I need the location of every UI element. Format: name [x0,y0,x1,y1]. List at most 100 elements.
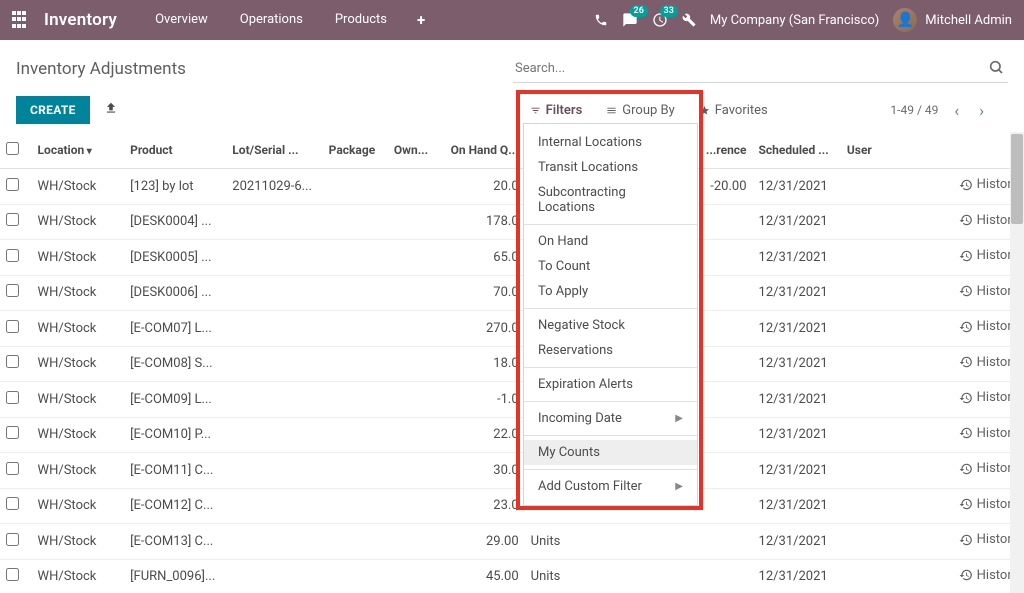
apps-icon[interactable] [12,11,30,29]
cell-product: [E-COM10] P... [124,417,226,453]
row-checkbox[interactable] [6,462,19,475]
col-scheduled[interactable]: Scheduled ... [753,132,841,169]
filter-transit-locations[interactable]: Transit Locations [524,155,697,180]
company-selector[interactable]: My Company (San Francisco) [710,13,879,28]
cell-difference [697,346,752,382]
cell-location: WH/Stock [32,169,125,205]
table-row[interactable]: WH/Stock [E-COM09] L... -1.0 12/31/2021 … [0,382,1024,418]
nav-products[interactable]: Products [319,0,403,40]
cell-user [841,382,936,418]
cell-product: [DESK0004] ... [124,204,226,240]
row-checkbox[interactable] [6,320,19,333]
top-navbar: Inventory Overview Operations Products +… [0,0,1024,40]
cell-date: 12/31/2021 [753,204,841,240]
pager-prev-icon[interactable]: ‹ [950,101,963,120]
filter-negative-stock[interactable]: Negative Stock [524,313,697,338]
filters-dropdown: Internal Locations Transit Locations Sub… [523,123,698,506]
cell-qty: 20.0 [440,169,524,205]
filter-to-count[interactable]: To Count [524,254,697,279]
activities-icon[interactable]: 33 [652,12,668,28]
col-onhand[interactable]: On Hand Q... [440,132,524,169]
col-lot[interactable]: Lot/Serial ... [226,132,322,169]
table-row[interactable]: WH/Stock [DESK0004] ... 178.0 12/31/2021… [0,204,1024,240]
inventory-table: Location Product Lot/Serial ... Package … [0,132,1024,593]
cell-difference [697,240,752,276]
cell-date: 12/31/2021 [753,346,841,382]
col-difference[interactable]: ...rence [697,132,752,169]
messages-icon[interactable]: 26 [622,12,638,28]
row-checkbox[interactable] [6,497,19,510]
scrollbar[interactable] [1010,132,1024,593]
table-row[interactable]: WH/Stock [123] by lot 20211029-6... 20.0… [0,169,1024,205]
search-input[interactable] [513,55,1008,83]
filter-reservations[interactable]: Reservations [524,338,697,363]
table-row[interactable]: WH/Stock [DESK0005] ... 65.0 12/31/2021 … [0,240,1024,276]
phone-icon[interactable] [594,13,608,27]
row-checkbox[interactable] [6,391,19,404]
filters-label: Filters [546,103,583,118]
filter-my-counts[interactable]: My Counts [524,440,697,465]
cell-owner [388,524,441,560]
select-all-checkbox[interactable] [6,142,19,155]
cell-lot [226,346,322,382]
filter-internal-locations[interactable]: Internal Locations [524,130,697,155]
nav-operations[interactable]: Operations [224,0,319,40]
table-row[interactable]: WH/Stock [E-COM12] C... 23.0 12/31/2021 … [0,488,1024,524]
row-checkbox[interactable] [6,355,19,368]
groupby-button[interactable]: Group By [594,97,687,124]
table-row[interactable]: WH/Stock [E-COM10] P... 22.0 12/31/2021 … [0,417,1024,453]
filter-add-custom[interactable]: Add Custom Filter ▶ [524,474,697,499]
row-checkbox[interactable] [6,249,19,262]
username: Mitchell Admin [925,13,1012,28]
cell-user [841,169,936,205]
upload-icon[interactable] [104,101,118,119]
scroll-thumb[interactable] [1011,134,1023,224]
user-menu[interactable]: 👤 Mitchell Admin [893,8,1012,32]
cell-date: 12/31/2021 [753,169,841,205]
page-title: Inventory Adjustments [16,59,186,79]
pager-text[interactable]: 1-49 / 49 [890,103,938,117]
cell-location: WH/Stock [32,382,125,418]
filter-expiration-alerts[interactable]: Expiration Alerts [524,372,697,397]
col-product[interactable]: Product [124,132,226,169]
favorites-button[interactable]: Favorites [687,97,780,124]
app-brand[interactable]: Inventory [44,10,117,30]
row-checkbox[interactable] [6,178,19,191]
table-row[interactable]: WH/Stock [E-COM07] L... 270.0 12/31/2021… [0,311,1024,347]
row-checkbox[interactable] [6,426,19,439]
cell-qty: 29.00 [440,524,524,560]
search-icon[interactable] [988,59,1004,79]
cell-lot: 20211029-6... [226,169,322,205]
filter-incoming-date[interactable]: Incoming Date ▶ [524,406,697,431]
cell-location: WH/Stock [32,453,125,489]
col-location[interactable]: Location [32,132,125,169]
col-package[interactable]: Package [323,132,388,169]
row-checkbox[interactable] [6,284,19,297]
col-user[interactable]: User [841,132,936,169]
row-checkbox[interactable] [6,533,19,546]
row-checkbox[interactable] [6,568,19,581]
table-row[interactable]: WH/Stock [DESK0006] ... 70.0 12/31/2021 … [0,275,1024,311]
row-checkbox[interactable] [6,213,19,226]
pager-next-icon[interactable]: › [975,101,988,120]
table-row[interactable]: WH/Stock [E-COM13] C... 29.00 Units 12/3… [0,524,1024,560]
table-row[interactable]: WH/Stock [E-COM11] C... 30.0 12/31/2021 … [0,453,1024,489]
filters-button[interactable]: Filters [518,97,595,124]
table-row[interactable]: WH/Stock [E-COM08] S... 18.0 12/31/2021 … [0,346,1024,382]
col-owner[interactable]: Own... [388,132,441,169]
filter-subcontracting-locations[interactable]: Subcontracting Locations [524,180,697,220]
cell-package [323,240,388,276]
cell-owner [388,311,441,347]
cell-difference [697,453,752,489]
filter-on-hand[interactable]: On Hand [524,229,697,254]
nav-overview[interactable]: Overview [139,0,224,40]
cell-owner [388,240,441,276]
debug-icon[interactable] [682,13,696,27]
create-button[interactable]: CREATE [16,96,90,124]
cell-location: WH/Stock [32,240,125,276]
nav-add[interactable]: + [403,0,439,40]
table-row[interactable]: WH/Stock [FURN_0096]... 45.00 Units 12/3… [0,559,1024,593]
filter-to-apply[interactable]: To Apply [524,279,697,304]
cell-user [841,204,936,240]
cell-location: WH/Stock [32,204,125,240]
